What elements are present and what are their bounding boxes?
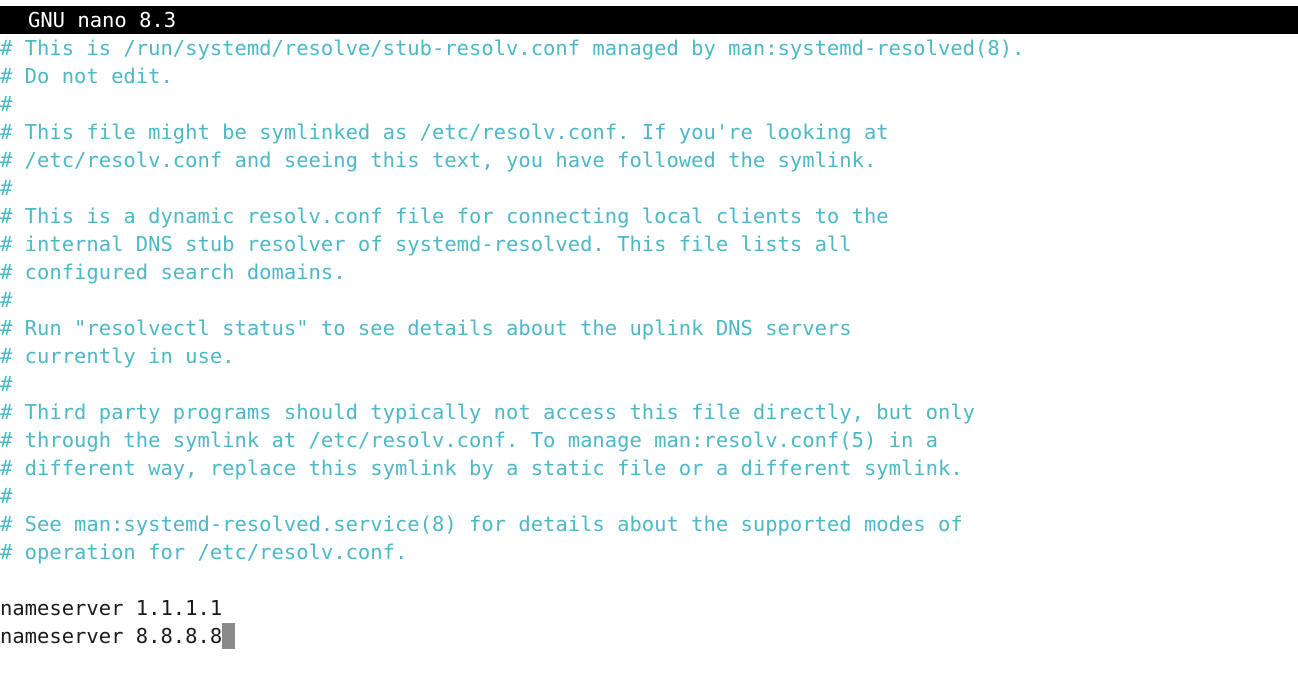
editor-line[interactable]: # See man:systemd-resolved.service(8) fo… <box>0 510 1298 538</box>
line-text: # See man:systemd-resolved.service(8) fo… <box>0 512 963 536</box>
editor-line[interactable]: # Run "resolvectl status" to see details… <box>0 314 1298 342</box>
editor-line[interactable] <box>0 566 1298 594</box>
line-text: # operation for /etc/resolv.conf. <box>0 540 408 564</box>
line-text: # This file might be symlinked as /etc/r… <box>0 120 889 144</box>
editor-line[interactable]: # This is /run/systemd/resolve/stub-reso… <box>0 34 1298 62</box>
editor-line[interactable]: # This is a dynamic resolv.conf file for… <box>0 202 1298 230</box>
line-text: # <box>0 288 13 312</box>
line-text: # <box>0 176 13 200</box>
line-text: # <box>0 372 13 396</box>
line-text: # <box>0 484 13 508</box>
text-cursor <box>222 622 236 649</box>
editor-line[interactable]: # Do not edit. <box>0 62 1298 90</box>
editor-line[interactable]: # This file might be symlinked as /etc/r… <box>0 118 1298 146</box>
editor-line[interactable]: # <box>0 482 1298 510</box>
editor-line[interactable]: nameserver 8.8.8.8 <box>0 622 1298 650</box>
editor-line[interactable]: nameserver 1.1.1.1 <box>0 594 1298 622</box>
line-text: # internal DNS stub resolver of systemd-… <box>0 232 852 256</box>
line-text: # /etc/resolv.conf and seeing this text,… <box>0 148 877 172</box>
line-text: # currently in use. <box>0 344 235 368</box>
line-text: # different way, replace this symlink by… <box>0 456 963 480</box>
line-text: # Third party programs should typically … <box>0 400 976 424</box>
editor-line[interactable]: # internal DNS stub resolver of systemd-… <box>0 230 1298 258</box>
line-text: nameserver 8.8.8.8 <box>0 624 223 648</box>
line-text: # configured search domains. <box>0 260 346 284</box>
editor-line[interactable]: # different way, replace this symlink by… <box>0 454 1298 482</box>
editor-line[interactable]: # currently in use. <box>0 342 1298 370</box>
editor-line[interactable]: # <box>0 174 1298 202</box>
app-title: GNU nano 8.3 <box>28 8 177 32</box>
line-text: # Do not edit. <box>0 64 173 88</box>
editor-buffer[interactable]: # This is /run/systemd/resolve/stub-reso… <box>0 34 1298 682</box>
line-text: nameserver 1.1.1.1 <box>0 596 223 620</box>
line-text: # This is /run/systemd/resolve/stub-reso… <box>0 36 1025 60</box>
line-text: # Run "resolvectl status" to see details… <box>0 316 852 340</box>
editor-line[interactable]: # configured search domains. <box>0 258 1298 286</box>
editor-line[interactable]: # operation for /etc/resolv.conf. <box>0 538 1298 566</box>
line-text: # <box>0 92 13 116</box>
editor-line[interactable]: # /etc/resolv.conf and seeing this text,… <box>0 146 1298 174</box>
line-text: # through the symlink at /etc/resolv.con… <box>0 428 938 452</box>
top-border <box>0 0 1298 3</box>
editor-line[interactable]: # <box>0 370 1298 398</box>
nano-title-bar: GNU nano 8.3 <box>0 6 1298 34</box>
editor-line[interactable]: # <box>0 286 1298 314</box>
editor-line[interactable]: # Third party programs should typically … <box>0 398 1298 426</box>
line-text: # This is a dynamic resolv.conf file for… <box>0 204 889 228</box>
editor-line[interactable]: # <box>0 90 1298 118</box>
editor-line[interactable]: # through the symlink at /etc/resolv.con… <box>0 426 1298 454</box>
